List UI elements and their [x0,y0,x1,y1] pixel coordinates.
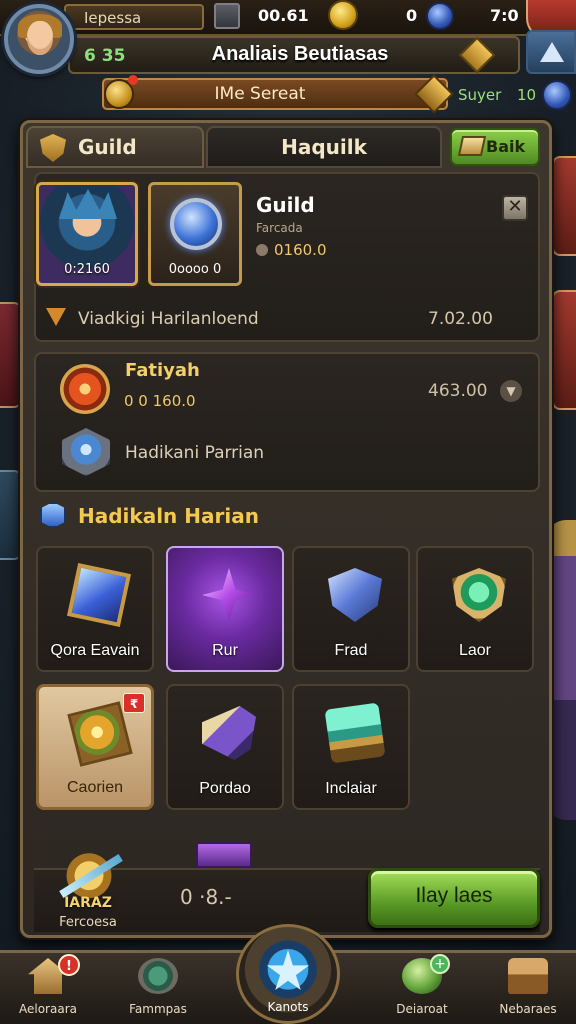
nav-item-home[interactable]: ! Aeloraara [0,954,96,1022]
nav-item-deiaroat[interactable]: + Deiaroat [374,954,470,1022]
nav-label: Nebaraes [499,1002,557,1016]
item-name: Laor [458,642,492,659]
chevron-down-icon[interactable]: ▼ [500,380,522,402]
gold-coin-icon [328,0,358,30]
right-side-tab[interactable] [552,156,576,256]
blue-gem-icon [426,2,454,30]
green-shield-icon [452,568,506,622]
item-name: Frad [334,642,368,659]
inventory-box-icon[interactable] [214,3,240,29]
purple-dagger-icon [202,568,256,622]
player-level: 6 35 [84,46,126,66]
back-ticket-icon [457,136,487,156]
guild-name: Guild [256,193,315,217]
item-slot[interactable]: Inclaiar [292,684,410,810]
item-slot[interactable]: Pordao [166,684,284,810]
left-side-tab-2[interactable] [0,470,22,560]
close-button[interactable]: ✕ [502,195,528,221]
guild-subtitle: Farcada [256,221,303,235]
nav-item-fammpas[interactable]: Fammpas [110,956,206,1022]
reward-title: IARAZ [64,895,112,911]
alert-badge: ! [58,954,80,976]
item-name: Caorien [66,779,124,796]
sword-blade [59,854,123,898]
nav-label: Fammpas [129,1002,187,1016]
left-side-tab[interactable] [0,302,22,408]
scroll-icon [138,958,178,994]
hud-timer: 00.61 [258,6,309,25]
reward-1-value: 0 0 160.0 [124,392,196,410]
arrow-up-icon [540,42,564,62]
mission-triangle-icon [46,308,66,326]
new-item-badge: ₹ [123,693,145,713]
reward-1-name: Fatiyah [125,360,200,381]
play-button-label: Ilay laes [415,884,493,907]
event-blue-orb-icon[interactable] [542,80,572,110]
item-slot-highlighted[interactable]: ₹ Caorien [36,684,154,810]
gold-count: 0 [406,6,418,25]
mission-value: 7.02.00 [428,309,493,329]
nav-label: Deiaroat [396,1002,448,1016]
orb-label: 0oooo 0 [168,262,222,277]
horn-icon [202,706,256,760]
avatar-face [27,21,53,55]
nav-center-label: Kanots [267,1000,309,1014]
hero-portrait-label: 0:2160 [64,262,110,277]
back-button-label: Baik [486,137,526,156]
item-slot-selected[interactable]: Rur [166,546,284,672]
event-banner-label: IMe Sereat [214,84,306,104]
player-avatar[interactable] [4,4,74,74]
notification-dot [128,75,138,85]
event-label: Suyer [458,86,502,104]
coin-icon [256,244,268,256]
player-name: Iepessa [64,4,204,30]
blue-orb-icon [170,198,222,250]
event-count: 10 [517,86,537,104]
upload-side-button[interactable] [526,30,576,74]
tab-other-label: Haquilk [281,135,367,159]
treasure-chest-icon [508,958,548,994]
fire-badge-icon [60,364,110,414]
page-title: Analiais Beutiasas [211,43,389,65]
reward-2-name: Hadikani Parrian [125,443,265,463]
item-slot[interactable]: Frad [292,546,410,672]
purple-gem-icon [196,842,252,868]
item-slot[interactable]: Laor [416,546,534,672]
mission-label: Viadkigi Harilanloend [78,309,259,329]
section-title: Hadikaln Harian [78,504,259,528]
item-name: Pordao [199,780,251,797]
reward-1-amount: 463.00 [428,381,488,401]
sword-shield-icon [328,568,382,622]
hud-clock: 7:0 [490,6,519,25]
plus-badge-icon: + [430,954,450,974]
guild-value: 0160.0 [274,241,327,259]
hero-hair-icon [59,189,117,219]
tab-guild-label: Guild [78,135,137,159]
reward-subtitle: Fercoesa [59,915,117,930]
rewards-card [34,352,540,492]
crossed-swords-icon [56,846,123,900]
nav-label: Aeloraara [19,1002,77,1016]
item-name: Rur [212,642,238,659]
item-slot[interactable]: Qora Eavain [36,546,154,672]
right-side-tab-2[interactable] [552,290,576,410]
nav-item-nebaraes[interactable]: Nebaraes [480,956,576,1022]
blue-crystal-icon [66,562,132,628]
footer-amount: 0 ·8.- [180,885,232,909]
item-name: Qora Eavain [50,642,140,659]
item-name: Inclaiar [325,780,377,797]
chest-icon [324,702,386,764]
